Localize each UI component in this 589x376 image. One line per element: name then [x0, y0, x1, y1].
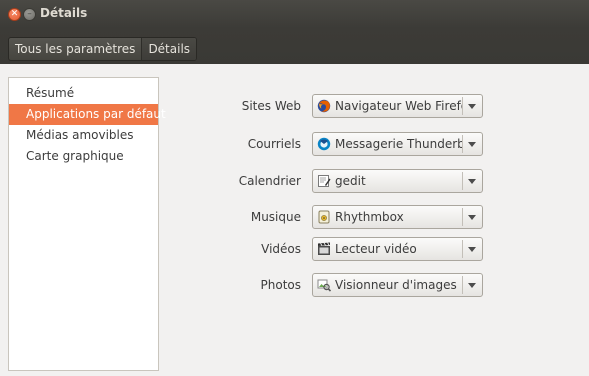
chevron-down-icon [467, 141, 477, 147]
combo-separator [462, 172, 463, 190]
web-label: Sites Web [241, 99, 301, 113]
calendar-app-select[interactable]: gedit [312, 169, 483, 193]
breadcrumb-details[interactable]: Détails [141, 38, 197, 60]
mail-client-value: Messagerie Thunderbird [335, 137, 462, 151]
calendar-label: Calendrier [238, 174, 301, 188]
video-label: Vidéos [261, 242, 301, 256]
window-title: Détails [40, 6, 88, 20]
music-label: Musique [250, 210, 301, 224]
mail-label: Courriels [247, 137, 301, 151]
breadcrumb-all-settings[interactable]: Tous les paramètres [9, 38, 141, 60]
chevron-down-icon [467, 178, 477, 184]
chevron-down-icon [467, 214, 477, 220]
web-browser-select[interactable]: Navigateur Web Firefox [312, 94, 483, 118]
image-viewer-value: Visionneur d'images [335, 278, 457, 292]
close-window-button[interactable]: ✕ [8, 8, 21, 21]
mail-client-select[interactable]: Messagerie Thunderbird [312, 132, 483, 156]
sidebar-item-summary[interactable]: Résumé [9, 83, 158, 104]
chevron-down-icon [467, 246, 477, 252]
minimize-window-button[interactable]: – [23, 8, 36, 21]
image-viewer-icon [317, 279, 331, 292]
chevron-down-icon [467, 103, 477, 109]
video-player-value: Lecteur vidéo [335, 242, 417, 256]
sidebar: Résumé Applications par défaut Médias am… [8, 77, 166, 371]
web-browser-value: Navigateur Web Firefox [335, 99, 462, 113]
title-bar: ✕ – Détails [0, 0, 589, 28]
combo-separator [462, 240, 463, 258]
calendar-app-value: gedit [335, 174, 366, 188]
photos-label: Photos [260, 278, 301, 292]
combo-separator [462, 97, 463, 115]
combo-separator [462, 135, 463, 153]
thunderbird-icon [317, 137, 331, 151]
rhythmbox-icon [318, 210, 330, 224]
sidebar-item-removable-media[interactable]: Médias amovibles [9, 125, 158, 146]
content-area: Résumé Applications par défaut Médias am… [0, 64, 589, 376]
image-viewer-select[interactable]: Visionneur d'images [312, 273, 483, 297]
video-player-select[interactable]: Lecteur vidéo [312, 237, 483, 261]
music-player-value: Rhythmbox [335, 210, 404, 224]
toolbar: Tous les paramètres Détails [0, 28, 589, 64]
details-window: ✕ – Détails Tous les paramètres Détails … [0, 0, 589, 376]
sidebar-item-graphics-card[interactable]: Carte graphique [9, 146, 158, 167]
video-player-icon [318, 242, 330, 255]
sidebar-item-default-applications[interactable]: Applications par défaut [9, 104, 166, 125]
chevron-down-icon [467, 282, 477, 288]
music-player-select[interactable]: Rhythmbox [312, 205, 483, 229]
breadcrumb: Tous les paramètres Détails [8, 37, 198, 61]
firefox-icon [317, 99, 331, 113]
combo-separator [462, 276, 463, 294]
combo-separator [462, 208, 463, 226]
gedit-icon [318, 175, 331, 187]
